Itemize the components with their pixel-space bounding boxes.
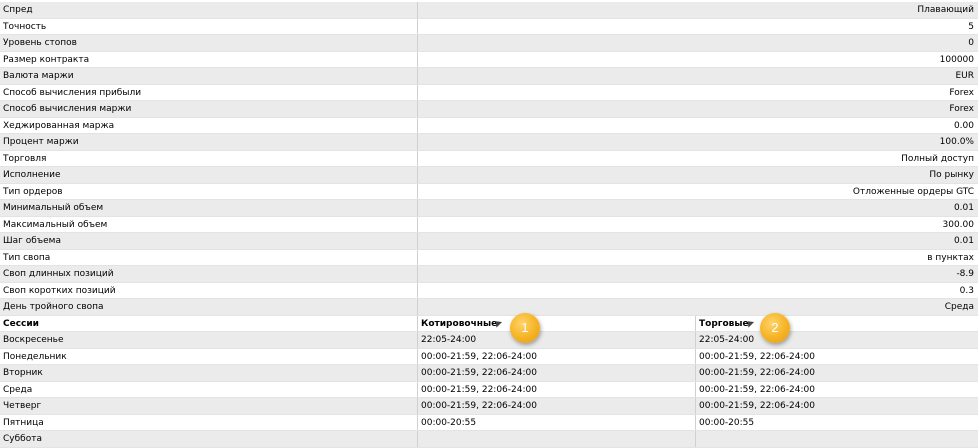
session-day: Среда: [0, 381, 418, 397]
row-value: в пунктах: [927, 252, 974, 263]
table-row[interactable]: Своп длинных позиций -8.9: [0, 266, 978, 283]
row-label: Минимальный объем: [0, 200, 418, 216]
table-row[interactable]: Процент маржи 100.0%: [0, 134, 978, 151]
session-quote: 00:00-21:59, 22:06-24:00: [418, 365, 696, 381]
row-label: Своп коротких позиций: [0, 282, 418, 298]
table-row[interactable]: Тип ордеров Отложенные ордеры GTC: [0, 183, 978, 200]
session-quote: 00:00-21:59, 22:06-24:00: [418, 381, 696, 397]
row-label: Максимальный объем: [0, 216, 418, 232]
row-label: Способ вычисления маржи: [0, 101, 418, 117]
table-row[interactable]: Минимальный объем 0.01: [0, 200, 978, 217]
session-day: Воскресенье: [0, 332, 418, 348]
table-row[interactable]: Уровень стопов 0: [0, 35, 978, 52]
table-row[interactable]: Хеджированная маржа 0.00: [0, 117, 978, 134]
row-value: 0.01: [953, 236, 974, 246]
row-label: Торговля: [0, 150, 418, 166]
session-trade: 00:00-21:59, 22:06-24:00: [699, 384, 815, 395]
row-label: Хеджированная маржа: [0, 117, 418, 133]
row-label: День тройного свопа: [0, 299, 418, 315]
row-value: 0.01: [953, 203, 974, 213]
row-value: Forex: [949, 87, 974, 98]
table-row[interactable]: Максимальный объем 300.00: [0, 216, 978, 233]
row-label: Валюта маржи: [0, 68, 418, 84]
row-label: Спред: [0, 2, 418, 18]
row-label: Тип свопа: [0, 249, 418, 265]
row-label: Способ вычисления прибыли: [0, 84, 418, 100]
row-value: 100.0%: [939, 137, 974, 147]
row-value: 0.3: [959, 285, 974, 296]
row-label: Своп длинных позиций: [0, 266, 418, 282]
session-row[interactable]: Пятница 00:00-20:55 00:00-20:55: [0, 414, 978, 431]
session-row[interactable]: Суббота: [0, 431, 978, 448]
table-row[interactable]: Точность 5: [0, 18, 978, 35]
table-row[interactable]: Шаг объема 0.01: [0, 233, 978, 250]
row-value: 0.00: [953, 120, 974, 131]
row-value: 0: [968, 38, 974, 48]
annotation-badge-1: 1: [510, 313, 540, 343]
table-row[interactable]: День тройного свопа Среда: [0, 299, 978, 316]
row-value: По рынку: [929, 170, 974, 180]
row-label: Точность: [0, 18, 418, 34]
row-label: Процент маржи: [0, 134, 418, 150]
row-value: 5: [968, 21, 974, 32]
session-day: Четверг: [0, 398, 418, 414]
session-trade: [696, 431, 978, 447]
session-day: Понедельник: [0, 348, 418, 364]
row-label: Шаг объема: [0, 233, 418, 249]
table-row[interactable]: Размер контракта 100000: [0, 51, 978, 68]
table-row[interactable]: Способ вычисления маржи Forex: [0, 101, 978, 118]
row-value: -8.9: [956, 269, 974, 279]
session-trade: 22:05-24:00: [699, 335, 755, 345]
session-quote: 22:05-24:00: [418, 332, 696, 348]
row-value: 100000: [939, 54, 974, 65]
session-row[interactable]: Четверг 00:00-21:59, 22:06-24:00 00:00-21:…: [0, 398, 978, 415]
session-day: Пятница: [0, 414, 418, 430]
session-quote: [418, 431, 696, 447]
row-value: Плавающий: [917, 5, 974, 15]
session-day: Суббота: [0, 431, 418, 447]
table-row[interactable]: Тип свопа в пунктах: [0, 249, 978, 266]
row-value: EUR: [955, 71, 974, 81]
sessions-header-row: Сессии Котировочные Торговые: [0, 315, 978, 332]
table-row[interactable]: Торговля Полный доступ: [0, 150, 978, 167]
symbol-specification-table: Спред Плавающий Точность 5 Уровень стопов 0…: [0, 2, 978, 448]
row-label: Размер контракта: [0, 51, 418, 67]
session-trade: 00:00-21:59, 22:06-24:00: [699, 351, 815, 362]
row-value: 300.00: [942, 219, 975, 230]
sessions-header: Сессии: [0, 315, 418, 331]
table-row[interactable]: Своп коротких позиций 0.3: [0, 282, 978, 299]
row-value: Forex: [949, 104, 974, 114]
session-row[interactable]: Среда 00:00-21:59, 22:06-24:00 00:00-21:59…: [0, 381, 978, 398]
session-day: Вторник: [0, 365, 418, 381]
session-trade: 00:00-21:59, 22:06-24:00: [699, 368, 815, 378]
table-row[interactable]: Валюта маржи EUR: [0, 68, 978, 85]
row-value: Среда: [944, 302, 974, 312]
annotation-badge-2: 2: [760, 313, 790, 343]
session-quote: 00:00-20:55: [418, 414, 696, 430]
session-row[interactable]: Воскресенье 22:05-24:00 22:05-24:00: [0, 332, 978, 349]
row-label: Тип ордеров: [0, 183, 418, 199]
row-label: Уровень стопов: [0, 35, 418, 51]
table-row[interactable]: Способ вычисления прибыли Forex: [0, 84, 978, 101]
session-trade: 00:00-20:55: [699, 417, 755, 428]
table-row[interactable]: Спред Плавающий: [0, 2, 978, 19]
trade-sessions-header: Торговые: [699, 318, 749, 329]
row-label: Исполнение: [0, 167, 418, 183]
row-value: Отложенные ордеры GTC: [852, 186, 974, 197]
quote-sessions-header: Котировочные: [418, 315, 696, 331]
table-row[interactable]: Исполнение По рынку: [0, 167, 978, 184]
row-value: Полный доступ: [901, 153, 974, 164]
session-quote: 00:00-21:59, 22:06-24:00: [418, 348, 696, 364]
session-quote: 00:00-21:59, 22:06-24:00: [418, 398, 696, 414]
session-row[interactable]: Понедельник 00:00-21:59, 22:06-24:00 00:00…: [0, 348, 978, 365]
session-trade: 00:00-21:59, 22:06-24:00: [699, 401, 815, 411]
session-row[interactable]: Вторник 00:00-21:59, 22:06-24:00 00:00-21:…: [0, 365, 978, 382]
